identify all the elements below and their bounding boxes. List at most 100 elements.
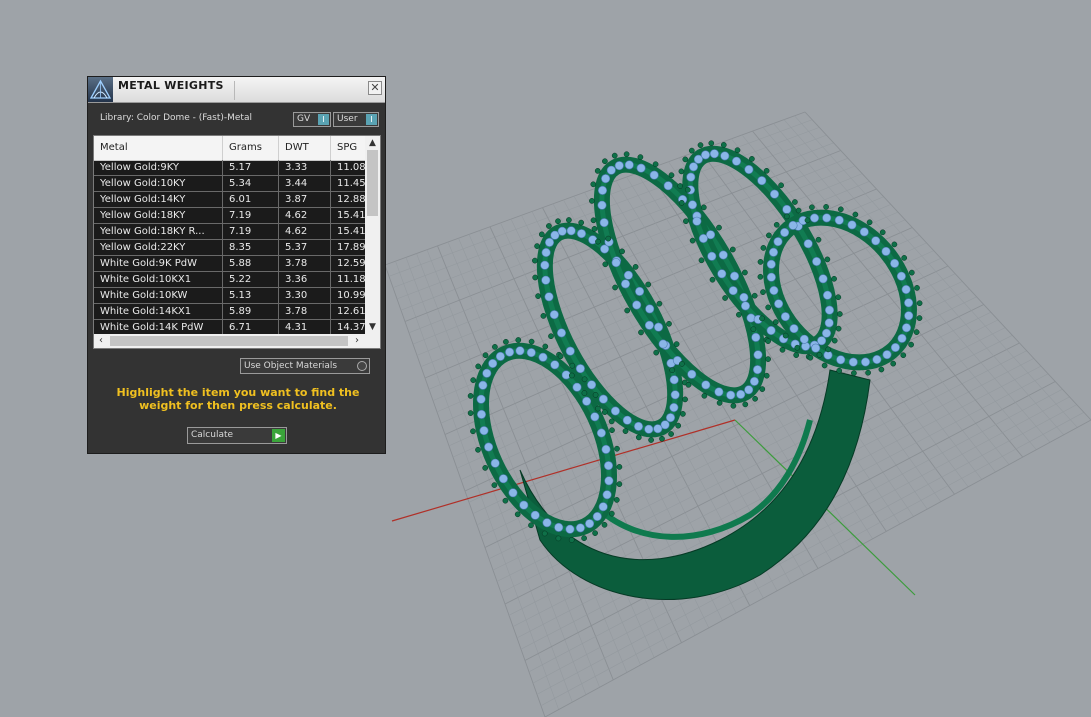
- stone: [780, 228, 790, 238]
- metal-table[interactable]: Metal Grams DWT SPG Yellow Gold:9KY 5.17 3…: [93, 135, 381, 349]
- user-toggle-button[interactable]: User I: [333, 112, 379, 127]
- prong: [502, 497, 509, 504]
- stone: [556, 328, 566, 338]
- stone: [822, 290, 832, 300]
- stone: [824, 305, 834, 315]
- prong: [916, 315, 923, 321]
- stone: [476, 394, 486, 404]
- scroll-right-icon[interactable]: ›: [350, 334, 364, 348]
- prong: [591, 226, 598, 232]
- cell-spg: 12.59: [337, 258, 365, 269]
- prong: [475, 363, 482, 370]
- stone: [490, 458, 500, 468]
- vertical-scroll-thumb[interactable]: [367, 150, 378, 216]
- prong: [890, 360, 897, 367]
- table-row[interactable]: White Gold:14KX1 5.89 3.78 12.61: [94, 304, 365, 320]
- cell-grams: 5.89: [223, 304, 279, 319]
- stone: [649, 170, 659, 180]
- stone: [542, 518, 552, 528]
- column-header-spg[interactable]: SPG: [331, 136, 365, 160]
- use-object-materials-toggle[interactable]: Use Object Materials: [240, 358, 370, 374]
- close-icon[interactable]: ✕: [368, 81, 382, 95]
- toggle-indicator-icon: I: [318, 114, 329, 125]
- prong: [697, 142, 704, 148]
- cell-grams: 7.19: [223, 224, 279, 239]
- prong: [878, 366, 885, 373]
- stone: [575, 523, 585, 533]
- prong: [590, 217, 597, 224]
- scroll-left-icon[interactable]: ‹: [94, 334, 108, 348]
- cell-dwt: 4.31: [279, 320, 331, 335]
- cell-dwt: 3.33: [279, 160, 331, 175]
- stone: [598, 394, 608, 404]
- prong: [470, 377, 477, 383]
- table-row[interactable]: Yellow Gold:9KY 5.17 3.33 11.08: [94, 160, 365, 176]
- prong: [778, 182, 784, 189]
- cell-metal: Yellow Gold:18KY R...: [94, 224, 223, 239]
- horizontal-scroll-thumb[interactable]: [110, 336, 348, 346]
- prong: [637, 154, 644, 160]
- stone: [871, 236, 881, 246]
- ring-model[interactable]: [455, 133, 937, 600]
- cell-metal: Yellow Gold:22KY: [94, 240, 223, 255]
- prong: [763, 167, 770, 174]
- stone: [768, 247, 778, 257]
- stone: [688, 162, 698, 172]
- scroll-up-icon[interactable]: ▲: [365, 136, 380, 150]
- stone: [526, 348, 536, 358]
- stone: [597, 200, 607, 210]
- prong: [569, 362, 576, 369]
- table-row[interactable]: Yellow Gold:22KY 8.35 5.37 17.89: [94, 240, 365, 256]
- column-header-dwt[interactable]: DWT: [279, 136, 331, 160]
- stone: [565, 524, 575, 534]
- prong: [675, 422, 682, 429]
- prong: [700, 204, 707, 211]
- stone: [872, 354, 882, 364]
- prong: [566, 217, 572, 223]
- cell-dwt: 5.37: [279, 240, 331, 255]
- table-row[interactable]: White Gold:9K PdW 5.88 3.78 12.59: [94, 256, 365, 272]
- prong: [679, 361, 685, 367]
- prong: [578, 219, 585, 226]
- table-row[interactable]: Yellow Gold:18KY 7.19 4.62 15.41: [94, 208, 365, 224]
- table-row[interactable]: Yellow Gold:14KY 6.01 3.87 12.88: [94, 192, 365, 208]
- prong: [837, 206, 844, 213]
- stone: [803, 239, 813, 249]
- scroll-down-icon[interactable]: ▼: [365, 320, 380, 334]
- table-row[interactable]: White Gold:10KX1 5.22 3.36 11.18: [94, 272, 365, 288]
- table-row[interactable]: Yellow Gold:18KY R... 7.19 4.62 15.41: [94, 224, 365, 240]
- stone: [698, 234, 708, 244]
- column-header-metal[interactable]: Metal: [94, 136, 223, 160]
- cell-grams: 8.35: [223, 240, 279, 255]
- vertical-scrollbar[interactable]: ▲ ▼: [365, 136, 380, 334]
- prong: [492, 344, 498, 350]
- prong: [608, 418, 615, 425]
- prong: [528, 522, 534, 529]
- prong: [684, 186, 691, 193]
- prong: [782, 332, 789, 339]
- table-row[interactable]: Yellow Gold:10KY 5.34 3.44 11.45: [94, 176, 365, 192]
- panel-titlebar[interactable]: METAL WEIGHTS ✕: [88, 77, 385, 103]
- stone: [726, 390, 736, 400]
- cell-spg: 12.88: [337, 194, 365, 205]
- prong: [682, 396, 688, 403]
- stone: [773, 237, 783, 247]
- prong: [749, 156, 755, 162]
- prong: [730, 402, 737, 409]
- stone: [739, 292, 749, 302]
- table-row[interactable]: White Gold:10KW 5.13 3.30 10.99: [94, 288, 365, 304]
- prong: [793, 352, 800, 358]
- stone: [540, 260, 550, 270]
- column-header-grams[interactable]: Grams: [223, 136, 279, 160]
- prong: [809, 204, 815, 211]
- stone: [788, 220, 798, 230]
- cell-spg: 15.41: [337, 210, 365, 221]
- stone: [498, 474, 508, 484]
- prong: [835, 294, 842, 301]
- calculate-button[interactable]: Calculate ▶: [187, 427, 287, 444]
- horizontal-scrollbar[interactable]: ‹ ›: [94, 334, 380, 348]
- stone: [557, 226, 567, 236]
- gv-toggle-button[interactable]: GV I: [293, 112, 331, 127]
- cell-metal: White Gold:14KX1: [94, 304, 223, 319]
- calculate-label: Calculate: [191, 430, 234, 440]
